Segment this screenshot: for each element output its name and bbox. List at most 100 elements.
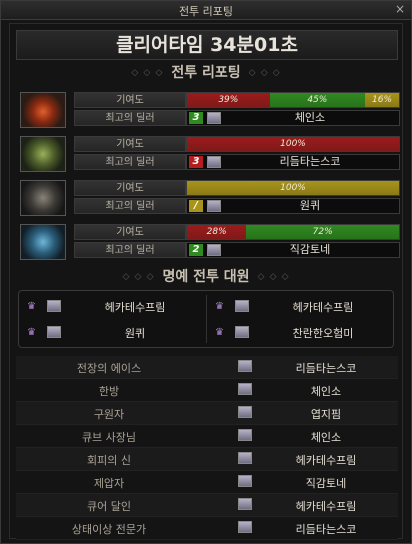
rank-badge: / xyxy=(189,200,203,212)
close-icon[interactable]: × xyxy=(395,2,405,16)
contribution-bar: 28% 72% xyxy=(186,224,400,240)
contribution-segment: 72% xyxy=(246,225,399,239)
character-avatar-icon xyxy=(207,156,221,168)
contribution-label: 기여도 xyxy=(74,136,186,152)
character-avatar-icon xyxy=(47,300,61,312)
contribution-label: 기여도 xyxy=(74,92,186,108)
honor-divider xyxy=(206,295,207,343)
honor-member: ♛ 헤카테수프림 xyxy=(21,295,205,319)
battle-report-window: 전투 리포팅 × 클리어타임 34분01초 ◇ ◇ ◇ 전투 리포팅 ◇ ◇ ◇ 기… xyxy=(0,0,412,544)
fire-warrior-portrait-icon xyxy=(20,92,66,128)
award-title: 큐어 달인 xyxy=(87,500,131,513)
award-row: 상태이상 전문가 리듬타는스코 xyxy=(16,517,398,540)
crown-icon: ♛ xyxy=(215,301,224,312)
green-armor-portrait-icon xyxy=(20,136,66,172)
award-row: 회피의 신 헤카테수프림 xyxy=(16,448,398,471)
best-dealer-cell: / 원퀴 xyxy=(186,198,400,214)
award-winner-name: 리듬타는스코 xyxy=(295,523,357,536)
contribution-segment: 100% xyxy=(187,181,399,195)
contribution-label: 기여도 xyxy=(74,224,186,240)
contribution-bar: 100% xyxy=(186,136,400,152)
window-title: 전투 리포팅 xyxy=(178,5,234,18)
best-dealer-cell: 3 체인소 xyxy=(186,110,400,126)
honor-member: ♛ 찬란한오험미 xyxy=(209,321,393,345)
honor-member-name: 찬란한오험미 xyxy=(292,327,354,340)
contribution-bar: 100% xyxy=(186,180,400,196)
award-title: 구원자 xyxy=(93,408,125,421)
award-row: 큐어 달인 헤카테수프림 xyxy=(16,494,398,517)
character-avatar-icon xyxy=(235,300,249,312)
party-member-row: 기여도최고의 딜러 39% 45% 16% 3 체인소 xyxy=(20,92,400,136)
best-dealer-label: 최고의 딜러 xyxy=(74,110,186,126)
party-member-row: 기여도최고의 딜러 100% / 원퀴 xyxy=(20,180,400,224)
character-avatar-icon xyxy=(238,521,252,533)
character-avatar-icon xyxy=(207,244,221,256)
award-winner-name: 헤카테수프림 xyxy=(295,500,357,513)
best-dealer-label: 최고의 딜러 xyxy=(74,154,186,170)
contribution-label: 기여도 xyxy=(74,180,186,196)
character-avatar-icon xyxy=(238,406,252,418)
award-winner-name: 체인소 xyxy=(310,431,342,444)
character-avatar-icon xyxy=(207,200,221,212)
contribution-bar: 39% 45% 16% xyxy=(186,92,400,108)
honor-member-name: 헤카테수프림 xyxy=(292,301,354,314)
honor-member-name: 원퀴 xyxy=(124,327,146,340)
character-avatar-icon xyxy=(238,360,252,372)
character-avatar-icon xyxy=(238,383,252,395)
rank-badge: 3 xyxy=(189,112,203,124)
award-row: 구원자 엽지핌 xyxy=(16,402,398,425)
best-dealer-name: 직감토네 xyxy=(289,243,331,256)
crown-icon: ♛ xyxy=(27,301,36,312)
award-row: 한방 체인소 xyxy=(16,379,398,402)
party-member-row: 기여도최고의 딜러 100% 3 리듬타는스코 xyxy=(20,136,400,180)
award-row: 전장의 에이스 리듬타는스코 xyxy=(16,356,398,379)
report-panel: 클리어타임 34분01초 ◇ ◇ ◇ 전투 리포팅 ◇ ◇ ◇ 기여도 최고의 딜러 3… xyxy=(9,23,403,540)
award-title: 전장의 에이스 xyxy=(76,362,142,375)
contribution-segment: 28% xyxy=(187,225,247,239)
award-winner-name: 직감토네 xyxy=(305,477,347,490)
award-row: 큐브 사장님 체인소 xyxy=(16,425,398,448)
battle-report-header: ◇ ◇ ◇ 전투 리포팅 ◇ ◇ ◇ xyxy=(131,65,281,81)
title-bar: 전투 리포팅 × xyxy=(1,1,411,20)
rank-badge: 2 xyxy=(189,244,203,256)
award-winner-name: 헤카테수프림 xyxy=(295,454,357,467)
best-dealer-name: 원퀴 xyxy=(299,199,321,212)
battle-report-title: 전투 리포팅 xyxy=(171,65,241,81)
contribution-segment: 16% xyxy=(365,93,399,107)
honor-member: ♛ 헤카테수프림 xyxy=(209,295,393,319)
character-avatar-icon xyxy=(238,498,252,510)
best-dealer-label: 최고의 딜러 xyxy=(74,242,186,258)
blue-armor-portrait-icon xyxy=(20,224,66,260)
award-title: 상태이상 전문가 xyxy=(71,523,147,536)
best-dealer-label: 최고의 딜러 xyxy=(74,198,186,214)
best-dealer-cell: 3 리듬타는스코 xyxy=(186,154,400,170)
best-dealer-cell: 2 직감토네 xyxy=(186,242,400,258)
awards-list: 전장의 에이스 리듬타는스코 한방 체인소 구원자 엽지핌 큐브 사장님 체인소 회피의 신 헤카… xyxy=(16,356,398,540)
character-avatar-icon xyxy=(235,326,249,338)
honor-member-name: 헤카테수프림 xyxy=(104,301,166,314)
crown-icon: ♛ xyxy=(215,327,224,338)
best-dealer-name: 리듬타는스코 xyxy=(279,155,341,168)
honor-member: ♛ 원퀴 xyxy=(21,321,205,345)
character-avatar-icon xyxy=(238,429,252,441)
honor-grid: ♛ 헤카테수프림 ♛ 헤카테수프림 ♛ 원퀴 ♛ 찬란한오험미 xyxy=(18,290,394,348)
party-member-row: 기여도최고의 딜러 28% 72% 2 직감토네 xyxy=(20,224,400,268)
honor-header: ◇ ◇ ◇ 명예 전투 대원 ◇ ◇ ◇ xyxy=(122,269,290,285)
award-title: 제압자 xyxy=(93,477,125,490)
honor-title: 명예 전투 대원 xyxy=(162,269,250,285)
clear-time: 클리어타임 34분01초 xyxy=(16,30,398,60)
award-winner-name: 엽지핌 xyxy=(310,408,342,421)
contribution-segment: 45% xyxy=(269,93,366,107)
character-avatar-icon xyxy=(238,475,252,487)
award-winner-name: 체인소 xyxy=(310,385,342,398)
award-title: 큐브 사장님 xyxy=(81,431,137,444)
award-title: 한방 xyxy=(98,385,120,398)
character-avatar-icon xyxy=(207,112,221,124)
contribution-segment: 100% xyxy=(187,137,399,151)
award-title: 회피의 신 xyxy=(87,454,131,467)
crown-icon: ♛ xyxy=(27,327,36,338)
award-winner-name: 리듬타는스코 xyxy=(295,362,357,375)
award-row: 제압자 직감토네 xyxy=(16,471,398,494)
rank-badge: 3 xyxy=(189,156,203,168)
contribution-segment: 39% xyxy=(187,93,270,107)
